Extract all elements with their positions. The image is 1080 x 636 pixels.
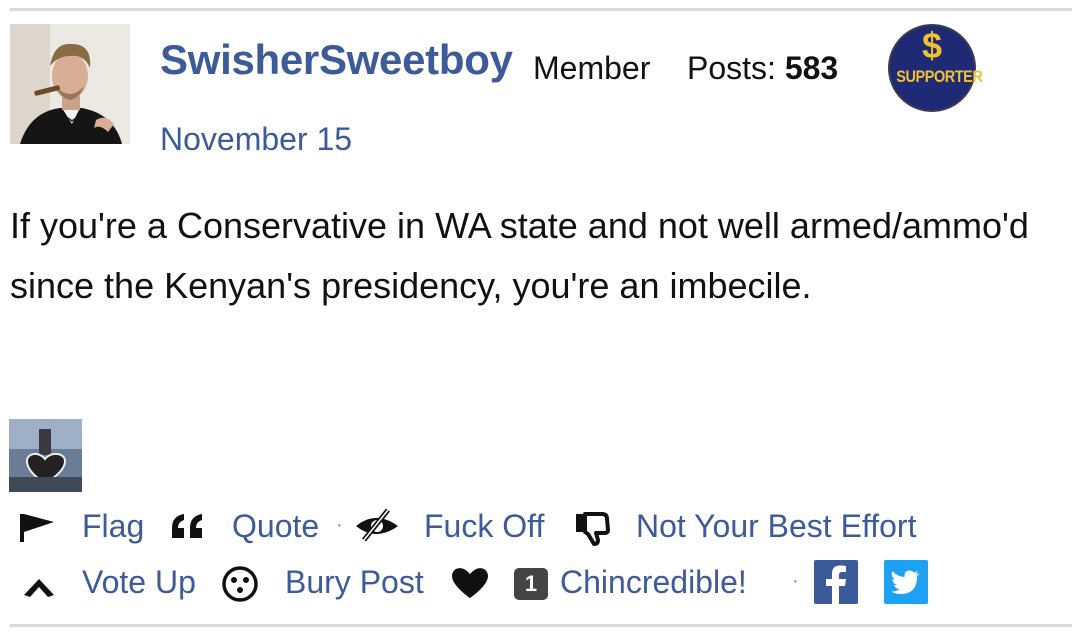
chincredible-count: 1 <box>514 568 548 600</box>
vote-up-link[interactable]: Vote Up <box>82 564 196 601</box>
facebook-icon[interactable] <box>814 560 858 604</box>
quote-link[interactable]: Quote <box>232 508 319 545</box>
posts-label: Posts: <box>687 50 776 86</box>
separator-dot: · <box>336 514 343 536</box>
badge-symbol: $ <box>921 25 943 66</box>
thumbs-down-icon[interactable] <box>574 512 612 554</box>
username-link[interactable]: SwisherSweetboy <box>160 36 513 84</box>
user-role: Member <box>533 50 651 86</box>
post-count: Posts: 583 <box>687 50 838 87</box>
smiley-icon[interactable] <box>220 564 260 612</box>
chincredible-link[interactable]: Chincredible! <box>560 564 747 601</box>
flag-link[interactable]: Flag <box>82 508 144 545</box>
avatar[interactable] <box>10 24 130 144</box>
supporter-badge: $ SUPPORTER <box>888 24 983 112</box>
bury-post-link[interactable]: Bury Post <box>285 564 424 601</box>
fuck-off-link[interactable]: Fuck Off <box>424 508 544 545</box>
not-best-effort-link[interactable]: Not Your Best Effort <box>636 508 916 545</box>
heart-icon[interactable] <box>450 566 490 608</box>
flag-icon[interactable] <box>18 512 58 552</box>
signature-image <box>9 419 82 492</box>
twitter-icon[interactable] <box>884 560 928 604</box>
post-body: If you're a Conservative in WA state and… <box>10 205 1029 306</box>
badge-text: SUPPORTER <box>896 67 983 86</box>
separator-dot: · <box>792 570 799 592</box>
chevron-up-icon[interactable] <box>22 570 56 607</box>
post-date[interactable]: November 15 <box>160 121 352 158</box>
bottom-divider <box>10 624 1072 627</box>
posts-count: 583 <box>784 50 839 86</box>
quote-icon[interactable] <box>170 512 210 550</box>
top-divider <box>10 8 1072 11</box>
eye-slash-icon[interactable] <box>354 508 400 552</box>
